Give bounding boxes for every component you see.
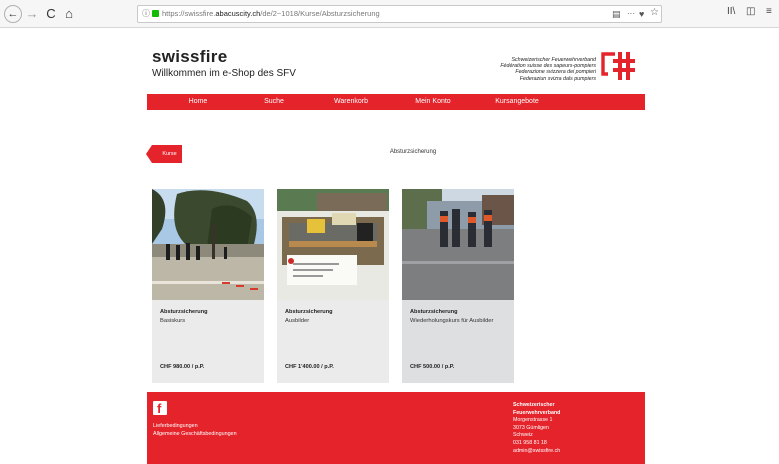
address-email[interactable]: admin@swissfire.ch [513, 448, 633, 456]
lock-icon [152, 10, 159, 17]
menu-item-kursangebote[interactable]: Kursangebote [479, 94, 555, 110]
site-info-icon[interactable]: ⓘ [142, 6, 150, 22]
product-subtitle: Wiederholungskurs für Ausbilder [410, 318, 494, 324]
footer-link-agb[interactable]: Allgemeine Geschäftsbedingungen [153, 431, 237, 437]
address-bar[interactable]: ⓘ https://swissfire.abacuscity.ch/de/2~1… [137, 5, 662, 23]
product-card-basiskurs[interactable]: Absturzsicherung Basiskurs CHF 980.00 / … [152, 189, 264, 383]
library-icon[interactable]: II\ [727, 6, 735, 17]
product-card-ausbilder[interactable]: Absturzsicherung Ausbilder CHF 1'400.00 … [277, 189, 389, 383]
product-price: CHF 1'400.00 / p.P. [285, 364, 334, 370]
address-name-line-1: Schweizerischer [513, 402, 555, 408]
menu-item-home[interactable]: Home [165, 94, 231, 110]
browser-toolbar: ← → C ⌂ ⓘ https://swissfire.abacuscity.c… [0, 0, 779, 28]
back-to-kurse-button[interactable]: Kurse [146, 145, 182, 163]
page-actions-icon[interactable]: ··· [627, 6, 635, 22]
reload-icon[interactable]: C [44, 5, 58, 23]
product-price: CHF 500.00 / p.P. [410, 364, 455, 370]
menu-item-warenkorb[interactable]: Warenkorb [317, 94, 385, 110]
product-image [277, 189, 389, 300]
reader-view-icon[interactable]: ▤ [612, 6, 621, 22]
address-street: Morgenstrasse 1 [513, 417, 553, 424]
product-price: CHF 980.00 / p.P. [160, 364, 205, 370]
bookmark-star-icon[interactable]: ☆ [650, 5, 659, 21]
product-title: Absturzsicherung [410, 309, 458, 315]
address-phone: 031 958 81 18 [513, 439, 547, 446]
forward-arrow-icon[interactable]: → [25, 5, 39, 23]
page-title: Absturzsicherung [389, 149, 437, 155]
url-path: /de/2~1018/Kurse/Absturzsicherung [260, 9, 380, 18]
pocket-icon[interactable]: ♥ [639, 6, 644, 22]
menu-item-suche[interactable]: Suche [241, 94, 307, 110]
footer-address: Schweizerischer Feuerwehrverband Morgens… [513, 402, 633, 455]
web-page: swissfire Willkommen im e-Shop des SFV S… [0, 29, 779, 464]
facebook-icon[interactable]: f [153, 401, 167, 416]
organization-names: Schweizerischer Feuerwehrverband Fédérat… [448, 57, 596, 82]
product-image [152, 189, 264, 300]
product-title: Absturzsicherung [285, 309, 333, 315]
facebook-letter: f [157, 401, 162, 416]
back-arrow-icon[interactable]: ← [4, 5, 22, 23]
address-country: Schweiz [513, 432, 533, 439]
swissfire-logo[interactable] [599, 50, 637, 82]
product-subtitle: Basiskurs [160, 318, 186, 324]
product-card-wiederholungskurs[interactable]: Absturzsicherung Wiederholungskurs für A… [402, 189, 514, 383]
menu-item-mein-konto[interactable]: Mein Konto [399, 94, 467, 110]
url-text[interactable]: https://swissfire.abacuscity.ch/de/2~101… [162, 6, 380, 22]
home-icon[interactable]: ⌂ [62, 5, 76, 23]
address-name-line-2: Feuerwehrverband [513, 409, 561, 416]
main-menu: Home Suche Warenkorb Mein Konto Kursange… [147, 94, 645, 110]
site-title[interactable]: swissfire [152, 47, 227, 67]
site-footer: f Lieferbedingungen Allgemeine Geschäfts… [147, 392, 645, 464]
sidebar-icon[interactable]: ◫ [746, 6, 755, 17]
hamburger-menu-icon[interactable]: ≡ [766, 6, 772, 17]
site-subtitle: Willkommen im e-Shop des SFV [152, 68, 296, 79]
product-image [402, 189, 514, 300]
footer-link-lieferbedingungen[interactable]: Lieferbedingungen [153, 423, 198, 429]
url-prefix: https://swissfire. [162, 9, 216, 18]
url-domain: abacuscity.ch [215, 9, 261, 18]
org-name-rm: Federaziun svizra dals pumpiers [519, 75, 596, 82]
product-subtitle: Ausbilder [285, 318, 310, 324]
address-city: 3073 Gümligen [513, 424, 549, 431]
product-title: Absturzsicherung [160, 309, 208, 315]
